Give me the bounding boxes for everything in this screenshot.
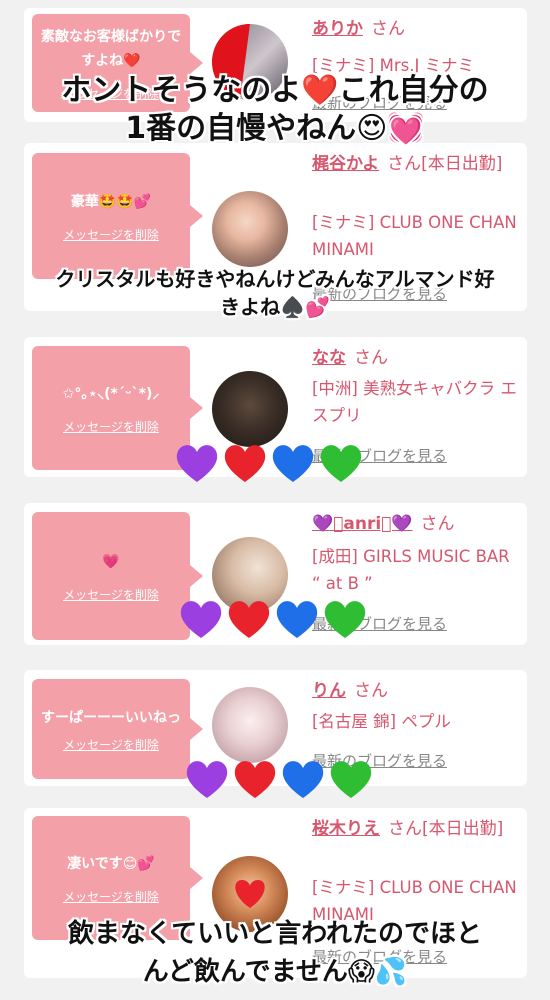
message-text: 凄いです😊💕 xyxy=(67,855,155,872)
avatar[interactable] xyxy=(212,371,288,447)
caption-line: ホントそうなのよ❤️これ自分の xyxy=(61,73,489,108)
delete-message-link[interactable]: メッセージを削除 xyxy=(63,586,159,603)
caption-line: 1番の自慢やねん😍💓 xyxy=(125,111,425,146)
message-text: 素敵なお客様ばかりですよね❤️ xyxy=(40,28,182,69)
honorific: さん xyxy=(371,19,405,39)
delete-message-link[interactable]: メッセージを削除 xyxy=(63,888,159,905)
honorific: さん xyxy=(354,681,388,701)
caption-line: きよね♠️💕 xyxy=(220,295,330,319)
green-heart-icon xyxy=(324,601,366,638)
green-heart-icon xyxy=(330,761,372,798)
blue-heart-icon xyxy=(282,761,324,798)
heart-sticker-row xyxy=(178,598,368,640)
caption-line: 飲まなくていいと言われたのでほと xyxy=(68,919,482,949)
delete-message-link[interactable]: メッセージを削除 xyxy=(63,418,159,435)
blue-heart-icon xyxy=(276,601,318,638)
red-heart-icon xyxy=(234,761,276,798)
message-text: ✩°｡⋆⸜(*ˊᵕˋ*)⸝ xyxy=(62,385,160,402)
purple-heart-icon xyxy=(180,601,222,638)
honorific: さん[本日出勤] xyxy=(388,819,504,839)
user-name-link[interactable]: なな xyxy=(312,348,346,368)
heart-sticker-row xyxy=(184,758,374,800)
message-text: すーぱーーーいいねっ xyxy=(41,709,181,726)
avatar[interactable] xyxy=(212,687,288,763)
honorific: さん[本日出勤] xyxy=(387,154,503,174)
user-name-line: 梶谷かよ さん[本日出勤] xyxy=(312,151,522,177)
overlay-caption: クリスタルも好きやねんけどみんなアルマンド好 きよね♠️💕 xyxy=(0,265,550,321)
shop-name: [名古屋 錦] ペプル xyxy=(312,712,451,731)
shop-name: [成田] GIRLS MUSIC BAR “ at B ” xyxy=(312,547,510,593)
red-heart-icon xyxy=(228,601,270,638)
user-name-line: 桜木りえ さん[本日出勤] xyxy=(312,816,522,842)
message-bubble: ✩°｡⋆⸜(*ˊᵕˋ*)⸝ メッセージを削除 xyxy=(32,346,203,470)
user-name-line: ありか さん xyxy=(312,16,522,42)
message-bubble: 豪華🤩🤩💕 メッセージを削除 xyxy=(32,153,203,279)
user-name-line: なな さん xyxy=(312,345,522,371)
user-name-link[interactable]: ありか xyxy=(312,19,363,39)
user-name-link[interactable]: 桜木りえ xyxy=(312,819,380,839)
user-name-line: 💜⃝anri⃝💜 さん xyxy=(312,511,522,537)
heart-sticker-row xyxy=(174,442,364,484)
green-heart-icon xyxy=(320,445,362,482)
honorific: さん xyxy=(420,514,455,534)
blue-heart-icon xyxy=(272,445,314,482)
message-text: 豪華🤩🤩💕 xyxy=(70,193,152,210)
user-name-link[interactable]: りん xyxy=(312,681,346,701)
delete-message-link[interactable]: メッセージを削除 xyxy=(63,736,159,753)
caption-line: クリスタルも好きやねんけどみんなアルマンド好 xyxy=(55,267,495,291)
purple-heart-icon xyxy=(186,761,228,798)
user-name-link[interactable]: 梶谷かよ xyxy=(312,154,379,174)
avatar[interactable] xyxy=(212,191,288,267)
user-name-line: りん さん xyxy=(312,678,522,704)
overlay-caption: 飲まなくていいと言われたのでほと んど飲んでません😱💦 xyxy=(0,915,550,991)
honorific: さん xyxy=(354,348,388,368)
caption-line: んど飲んでません😱💦 xyxy=(142,957,408,987)
shop-name: [中洲] 美熟女キャバクラ エスプリ xyxy=(312,379,517,425)
message-bubble: 💗 メッセージを削除 xyxy=(32,512,203,640)
message-text: 💗 xyxy=(102,553,120,570)
shop-name: [ミナミ] CLUB ONE CHAN MINAMI xyxy=(312,213,517,259)
delete-message-link[interactable]: メッセージを削除 xyxy=(63,226,159,243)
red-heart-icon xyxy=(224,445,266,482)
message-bubble: すーぱーーーいいねっ メッセージを削除 xyxy=(32,679,203,779)
purple-heart-icon xyxy=(176,445,218,482)
overlay-caption: ホントそうなのよ❤️これ自分の 1番の自慢やねん😍💓 xyxy=(0,72,550,148)
user-name-link[interactable]: 💜⃝anri⃝💜 xyxy=(312,514,413,534)
